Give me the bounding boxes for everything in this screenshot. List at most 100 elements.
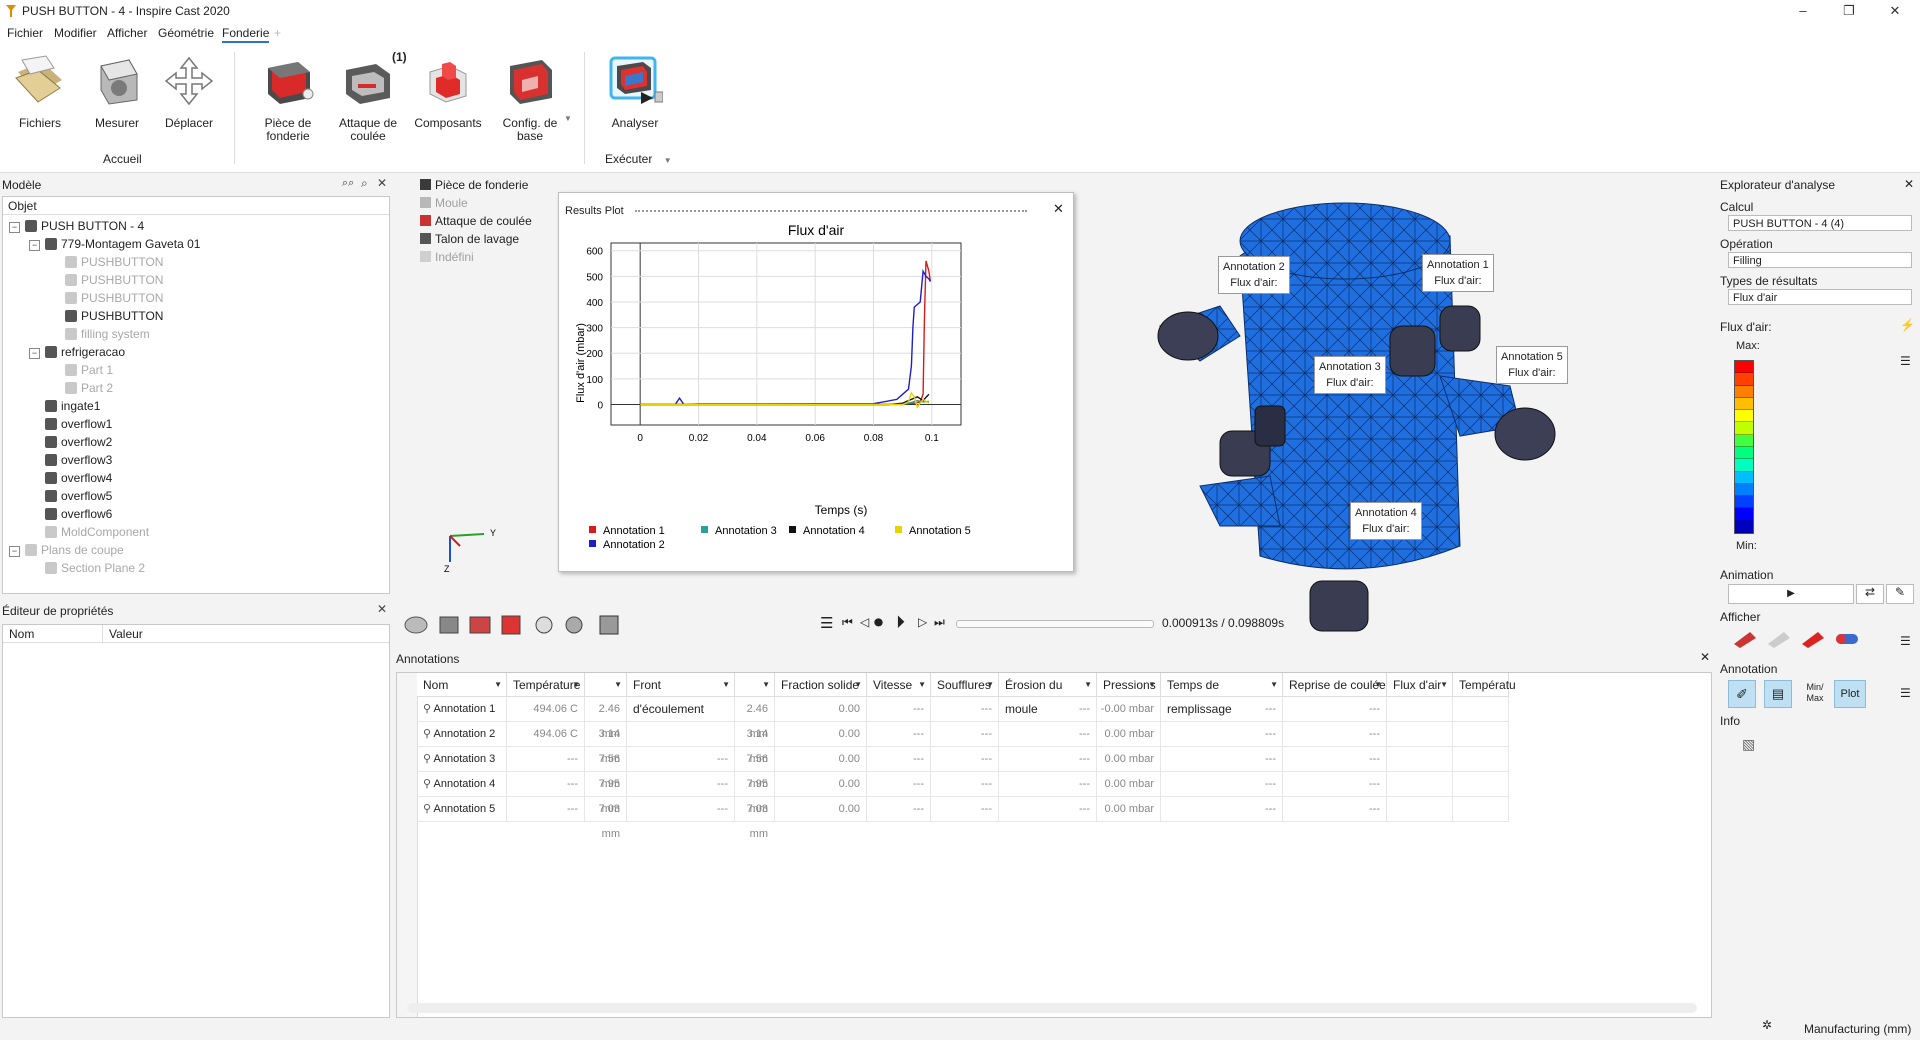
tree-expander-icon[interactable]: − — [9, 222, 20, 233]
tree-item[interactable]: overflow4 — [29, 469, 112, 487]
tree-item[interactable]: Section Plane 2 — [29, 559, 145, 577]
search-icon[interactable]: ⌕ — [361, 176, 368, 191]
column-filter-icon[interactable]: ▼ — [918, 673, 926, 697]
prev-frame-icon[interactable]: ◁ — [860, 615, 869, 629]
column-header[interactable]: ▼ — [735, 673, 775, 697]
column-filter-icon[interactable]: ▼ — [614, 673, 622, 697]
column-filter-icon[interactable]: ▼ — [762, 673, 770, 697]
tree-item[interactable]: PUSHBUTTON — [49, 307, 163, 325]
display-options-icons[interactable] — [1730, 626, 1870, 650]
column-header[interactable]: Températu — [1453, 673, 1516, 697]
tree-item[interactable]: Part 2 — [49, 379, 113, 397]
column-header[interactable]: Soufflures ▼ — [931, 673, 999, 697]
play-icon[interactable]: ⏵ — [896, 612, 905, 633]
info-icon[interactable]: ▧ — [1742, 736, 1755, 753]
first-frame-icon[interactable]: ⏮ — [842, 615, 853, 630]
base-config-button[interactable]: Config. de base — [488, 54, 572, 143]
column-filter-icon[interactable]: ▼ — [1148, 673, 1156, 697]
drag-handle[interactable] — [635, 210, 1027, 216]
column-header[interactable]: Érosion du moule ▼ — [999, 673, 1097, 716]
properties-close-button[interactable]: ✕ — [377, 602, 387, 616]
move-button[interactable]: Déplacer — [158, 54, 220, 130]
result-types-select[interactable]: Flux d'air▼ — [1728, 289, 1912, 305]
column-filter-icon[interactable]: ▼ — [1270, 673, 1278, 697]
menu-afficher[interactable]: Afficher — [107, 26, 147, 40]
casting-3d-model[interactable] — [1140, 186, 1580, 646]
column-header[interactable]: Temps de remplissage ▼ — [1161, 673, 1283, 716]
tree-item[interactable]: overflow3 — [29, 451, 112, 469]
animation-play-button[interactable]: ▶ — [1728, 584, 1854, 604]
tree-item[interactable]: overflow2 — [29, 433, 112, 451]
binoculars-icon[interactable]: ⌕⌕ — [342, 177, 354, 190]
table-cell[interactable]: ⚲ Annotation 1 — [417, 697, 507, 722]
scale-menu-icon[interactable]: ☰ — [1900, 354, 1911, 368]
view-tools-icon[interactable] — [402, 612, 642, 638]
measure-button[interactable]: Mesurer — [86, 54, 148, 130]
casting-part-button[interactable]: Pièce de fonderie — [250, 54, 326, 143]
callout-annotation-1[interactable]: Annotation 1 Flux d'air: — [1422, 254, 1494, 292]
analyze-button[interactable]: Analyser — [596, 54, 674, 130]
table-cell[interactable]: ⚲ Annotation 4 — [417, 772, 507, 797]
tree-item[interactable]: − Plans de coupe — [9, 541, 124, 559]
minmax-button[interactable]: Min/ Max — [1800, 680, 1830, 708]
units-status[interactable]: Manufacturing (mm) — [1804, 1022, 1911, 1036]
components-button[interactable]: Composants — [410, 54, 486, 130]
timeline-slider[interactable] — [956, 620, 1154, 628]
model-panel-close-button[interactable]: ✕ — [377, 176, 387, 190]
results-plot-close-button[interactable]: ✕ — [1053, 201, 1064, 217]
tree-item[interactable]: overflow1 — [29, 415, 112, 433]
column-header[interactable]: Vitesse ▼ — [867, 673, 931, 697]
analysis-explorer-close-button[interactable]: ✕ — [1904, 177, 1914, 191]
tree-item[interactable]: PUSHBUTTON — [49, 253, 163, 271]
tree-item[interactable]: filling system — [49, 325, 150, 343]
table-cell[interactable]: ⚲ Annotation 3 — [417, 747, 507, 772]
last-frame-icon[interactable]: ⏭ — [934, 615, 945, 630]
group-executer[interactable]: Exécuter ▼ — [605, 152, 672, 166]
tree-item[interactable]: Part 1 — [49, 361, 113, 379]
table-cell[interactable]: ⚲ Annotation 5 — [417, 797, 507, 822]
tree-item[interactable]: ingate1 — [29, 397, 100, 415]
annotation-menu-icon[interactable]: ☰ — [1900, 686, 1911, 700]
animation-loop-button[interactable]: ⇄ — [1856, 584, 1884, 604]
callout-annotation-2[interactable]: Annotation 2 Flux d'air: — [1218, 256, 1290, 294]
stop-icon[interactable]: ⏺ — [874, 612, 883, 633]
tree-item[interactable]: PUSHBUTTON — [49, 289, 163, 307]
animation-settings-button[interactable]: ✎ — [1886, 584, 1914, 604]
column-filter-icon[interactable]: ▼ — [722, 673, 730, 697]
column-header[interactable]: Flux d'air ▼ — [1387, 673, 1453, 697]
menu-lines-icon[interactable]: ☰ — [820, 614, 833, 632]
column-filter-icon[interactable]: ▼ — [1440, 673, 1448, 697]
tree-expander-icon[interactable]: − — [9, 546, 20, 557]
files-button[interactable]: Fichiers — [4, 54, 76, 130]
tree-item[interactable]: overflow5 — [29, 487, 112, 505]
column-header[interactable]: Pressions ▼ — [1097, 673, 1161, 697]
next-frame-icon[interactable]: ▷ — [918, 615, 927, 629]
column-header[interactable]: ▼ — [585, 673, 627, 697]
calcul-select[interactable]: PUSH BUTTON - 4 (4)▼ — [1728, 215, 1912, 231]
menu-modifier[interactable]: Modifier — [54, 26, 97, 40]
column-filter-icon[interactable]: ▼ — [1084, 673, 1092, 697]
tree-item[interactable]: overflow6 — [29, 505, 112, 523]
ribbon-expand-icon[interactable]: ▼ — [564, 114, 572, 123]
column-filter-icon[interactable]: ▼ — [854, 673, 862, 697]
gating-button[interactable]: Attaque de coulée — [330, 54, 406, 143]
operation-select[interactable]: Filling▼ — [1728, 252, 1912, 268]
add-tab-icon[interactable]: + — [274, 26, 281, 40]
maximize-button[interactable]: ❐ — [1826, 0, 1872, 22]
tree-expander-icon[interactable]: − — [29, 240, 40, 251]
display-menu-icon[interactable]: ☰ — [1900, 634, 1911, 648]
tree-item[interactable]: − refrigeracao — [29, 343, 125, 361]
tree-expander-icon[interactable]: − — [29, 348, 40, 359]
column-header[interactable]: Front d'écoulement ▼ — [627, 673, 735, 716]
annotations-close-button[interactable]: ✕ — [1700, 650, 1710, 664]
lightning-icon[interactable]: ⚡ — [1900, 318, 1915, 332]
callout-annotation-4[interactable]: Annotation 4 Flux d'air: — [1350, 502, 1422, 540]
column-filter-icon[interactable]: ▼ — [494, 673, 502, 697]
column-header[interactable]: Fraction solide ▼ — [775, 673, 867, 697]
column-filter-icon[interactable]: ▼ — [1374, 673, 1382, 697]
column-header[interactable]: Nom ▼ — [417, 673, 507, 697]
menu-fonderie[interactable]: Fonderie — [222, 26, 270, 43]
tree-item[interactable]: − PUSH BUTTON - 4 — [9, 217, 144, 235]
tree-item[interactable]: − 779-Montagem Gaveta 01 — [29, 235, 200, 253]
callout-annotation-5[interactable]: Annotation 5 Flux d'air: — [1496, 346, 1568, 384]
